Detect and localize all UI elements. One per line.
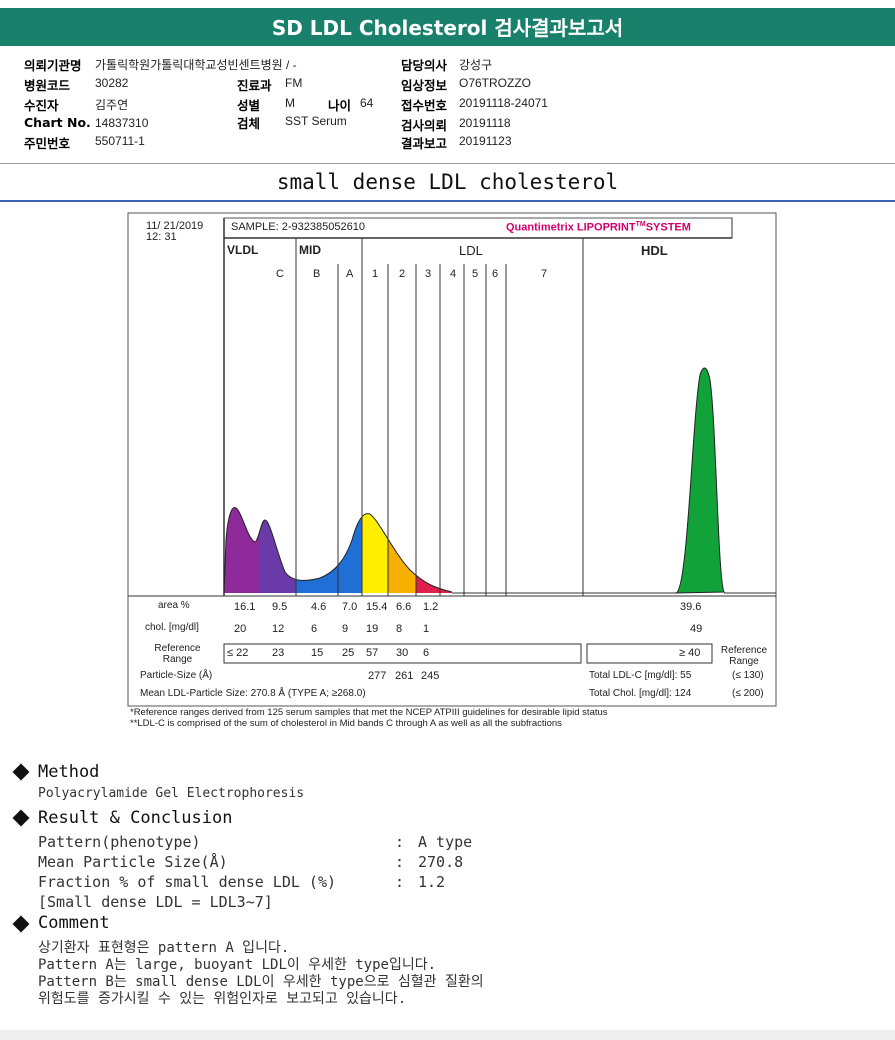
band-label: 2 — [399, 268, 406, 280]
total-ldl: Total LDL-C [mg/dl]: 55 — [589, 670, 692, 681]
band-label: 4 — [450, 268, 457, 280]
total-chol-ref: (≤ 200) — [732, 688, 764, 699]
ref-value: 23 — [272, 647, 285, 659]
area-value: 16.1 — [234, 601, 256, 613]
ref-value: 6 — [423, 647, 430, 659]
hdl-peak — [675, 367, 725, 594]
area-value: 7.0 — [342, 601, 358, 613]
area-value: 4.6 — [311, 601, 327, 613]
chart-time: 12: 31 — [146, 231, 177, 243]
particle-size: 245 — [421, 670, 440, 682]
ref-value: 30 — [396, 647, 409, 659]
result-sep: : — [395, 833, 405, 851]
result-heading: Result & Conclusion — [38, 808, 233, 828]
mean-ldl-size: Mean LDL-Particle Size: 270.8 Å (TYPE A;… — [140, 688, 366, 699]
result-sep: : — [395, 853, 405, 871]
vldl-fill — [224, 507, 260, 593]
chol-value: 9 — [342, 623, 349, 635]
group-mid: MID — [299, 243, 321, 257]
band-lines — [128, 238, 776, 597]
area-value: 1.2 — [423, 601, 439, 613]
chol-label: chol. [mg/dl] — [145, 622, 199, 633]
band-label: 3 — [425, 268, 432, 280]
comment-line: 위험도를 증가시킬 수 있는 위험인자로 보고되고 있습니다. — [38, 991, 407, 1007]
chol-value: 12 — [272, 623, 285, 635]
band-label: B — [313, 268, 321, 280]
band-label: 1 — [372, 268, 379, 280]
ldl3-fill — [416, 507, 452, 593]
particle-size-label: Particle-Size (Å) — [140, 670, 213, 681]
result-note: [Small dense LDL = LDL3~7] — [38, 893, 273, 911]
bottom-bar — [0, 1030, 895, 1040]
chol-value: 8 — [396, 623, 403, 635]
chol-value: 1 — [423, 623, 430, 635]
chol-value: 20 — [234, 623, 247, 635]
ldl-curve-fill — [224, 507, 452, 593]
ref-value: 15 — [311, 647, 324, 659]
chol-value: 6 — [311, 623, 318, 635]
chol-value: 19 — [366, 623, 379, 635]
total-chol: Total Chol. [mg/dl]: 124 — [589, 688, 692, 699]
ref-value: 25 — [342, 647, 355, 659]
band-label: 6 — [492, 268, 499, 280]
band-label: 7 — [541, 268, 548, 280]
area-hdl: 39.6 — [680, 601, 702, 613]
ref-value: ≤ 22 — [227, 647, 249, 659]
ref-value: 57 — [366, 647, 379, 659]
result-value: 1.2 — [418, 873, 446, 891]
ref-label-right: Reference Range — [720, 645, 768, 667]
total-ldl-ref: (≤ 130) — [732, 670, 764, 681]
band-label: C — [276, 268, 284, 280]
band-label: 5 — [472, 268, 479, 280]
mid-fill — [296, 507, 362, 593]
area-value: 15.4 — [366, 601, 388, 613]
brand-logo: Quantimetrix LIPOPRINTTMSYSTEM — [506, 221, 691, 234]
sample-id: SAMPLE: 2-932385052610 — [231, 221, 365, 233]
group-ldl: LDL — [459, 243, 483, 258]
result-value: 270.8 — [418, 853, 464, 871]
ldl2-fill — [388, 507, 416, 593]
ref-hdl: ≥ 40 — [679, 647, 701, 659]
method-heading: Method — [38, 762, 100, 782]
ref-label: Reference Range — [154, 643, 201, 665]
footnote: **LDL-C is comprised of the sum of chole… — [130, 718, 562, 729]
result-key: Mean Particle Size(Å) — [38, 853, 228, 871]
chol-hdl: 49 — [690, 623, 703, 635]
comment-heading: Comment — [38, 913, 110, 933]
method-text: Polyacrylamide Gel Electrophoresis — [38, 786, 305, 801]
area-label: area % — [158, 600, 190, 611]
particle-size: 277 — [368, 670, 387, 682]
area-value: 9.5 — [272, 601, 288, 613]
ldl1-fill — [362, 507, 388, 593]
band-label: A — [346, 268, 354, 280]
result-key: Pattern(phenotype) — [38, 833, 201, 851]
particle-size: 261 — [395, 670, 414, 682]
result-key: Fraction % of small dense LDL (%) — [38, 873, 337, 891]
footnote: *Reference ranges derived from 125 serum… — [130, 707, 608, 718]
group-vldl: VLDL — [227, 243, 259, 257]
group-hdl: HDL — [641, 243, 668, 258]
result-value: A type — [418, 833, 473, 851]
result-sep: : — [395, 873, 405, 891]
area-value: 6.6 — [396, 601, 412, 613]
chart-frame — [127, 212, 777, 707]
